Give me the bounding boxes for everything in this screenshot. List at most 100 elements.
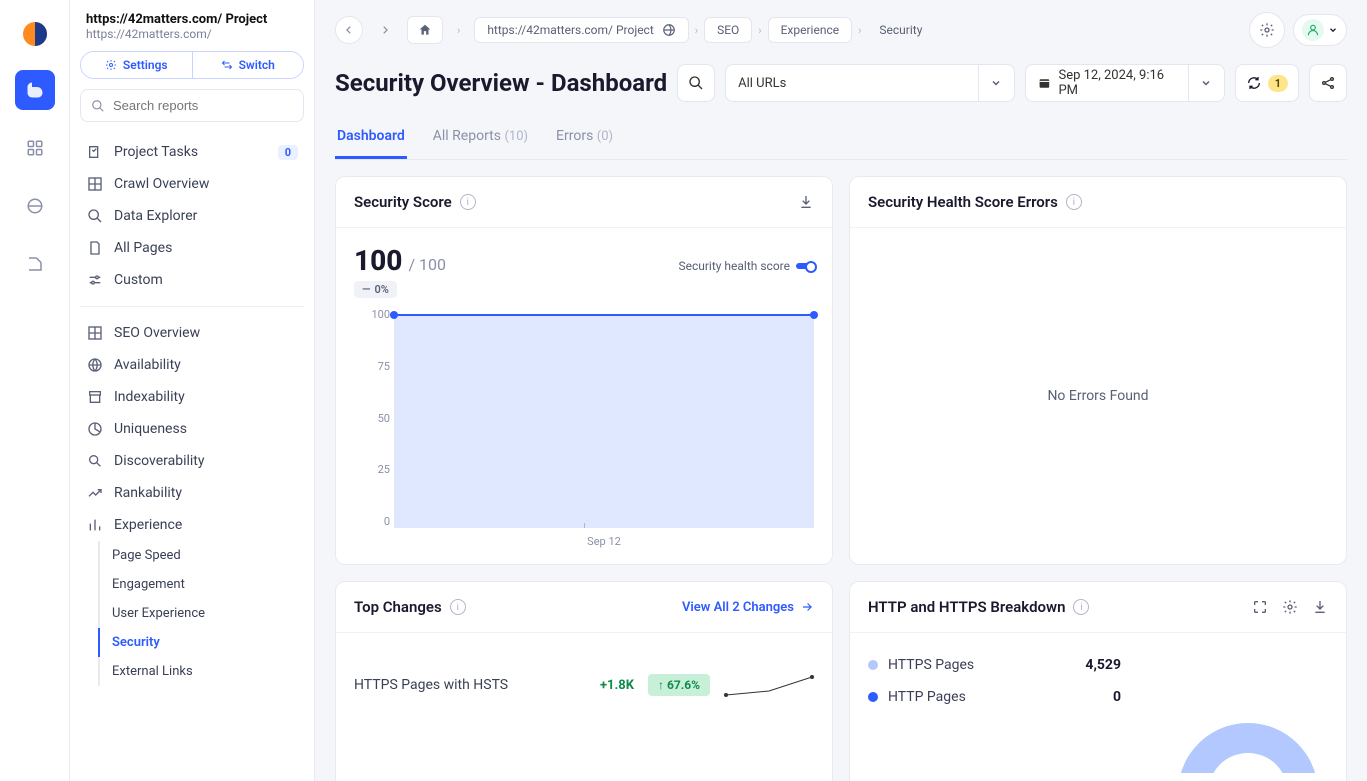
search-input-field[interactable] [113, 98, 293, 113]
tab-label: Dashboard [337, 128, 405, 144]
chevron-down-icon[interactable] [978, 65, 1014, 101]
share-button[interactable] [1309, 64, 1347, 102]
view-all-changes-link[interactable]: View All 2 Changes [682, 600, 814, 615]
nav-experience[interactable]: Experience [80, 509, 304, 541]
date-dropdown[interactable]: Sep 12, 2024, 9:16 PM [1025, 64, 1225, 102]
tab-label: All Reports [433, 128, 501, 144]
gear-icon[interactable] [1282, 599, 1298, 615]
nav-rankability[interactable]: Rankability [80, 477, 304, 509]
topbar-settings-button[interactable] [1249, 12, 1285, 48]
sparkline-icon [724, 673, 814, 697]
security-score-card: Security Score i 100 / 100 Security heal… [335, 176, 833, 565]
info-icon[interactable]: i [450, 599, 466, 615]
crumb-label: https://42matters.com/ Project [487, 23, 653, 37]
bars-icon [86, 517, 104, 533]
crumb-security: Security [867, 18, 934, 42]
card-title: Top Changes [354, 598, 442, 616]
tasks-badge: 0 [278, 145, 298, 160]
breakdown-label: HTTPS Pages [888, 657, 1075, 673]
calendar-icon [1038, 76, 1051, 90]
rail-apps-button[interactable] [15, 128, 55, 168]
info-icon[interactable]: i [460, 194, 476, 210]
score-chart: 100 75 50 25 0 [354, 308, 814, 548]
sub-page-speed[interactable]: Page Speed [98, 541, 304, 570]
chevron-down-icon[interactable] [1188, 65, 1224, 101]
account-menu[interactable] [1293, 14, 1347, 46]
nav-project-tasks[interactable]: Project Tasks 0 [80, 136, 304, 168]
breakdown-value: 4,529 [1085, 657, 1121, 673]
nav-seo-overview[interactable]: SEO Overview [80, 317, 304, 349]
url-filter-dropdown[interactable]: All URLs [725, 64, 1015, 102]
crumb-experience[interactable]: Experience [768, 17, 853, 43]
crumb-separator-icon: › [451, 24, 466, 37]
info-icon[interactable]: i [1066, 194, 1082, 210]
search-icon [91, 99, 105, 113]
tab-all-reports[interactable]: All Reports (10) [431, 116, 530, 159]
sub-user-experience[interactable]: User Experience [98, 599, 304, 628]
crumb-separator-icon: › [689, 24, 704, 37]
home-button[interactable] [407, 16, 443, 44]
tabs: Dashboard All Reports (10) Errors (0) [335, 116, 1347, 160]
search-reports-input[interactable] [80, 89, 304, 122]
settings-label: Settings [123, 58, 168, 72]
sidebar: https://42matters.com/ Project https://4… [70, 0, 315, 781]
crumb-separator-icon: › [852, 24, 867, 37]
nav-all-pages[interactable]: All Pages [80, 232, 304, 264]
y-axis: 100 75 50 25 0 [354, 308, 390, 528]
x-axis-label: Sep 12 [587, 535, 621, 548]
nav-custom[interactable]: Custom [80, 264, 304, 296]
page-title: Security Overview - Dashboard [335, 69, 667, 97]
crumb-seo[interactable]: SEO [704, 17, 752, 43]
download-icon[interactable] [1312, 599, 1328, 615]
tab-dashboard[interactable]: Dashboard [335, 116, 407, 159]
card-title: Security Health Score Errors [868, 193, 1058, 211]
main-area: › https://42matters.com/ Project › SEO ›… [315, 0, 1367, 781]
rail-edit-button[interactable] [15, 244, 55, 284]
crumb-project[interactable]: https://42matters.com/ Project [474, 17, 688, 43]
sliders-icon [86, 272, 104, 288]
nav-back-button[interactable] [335, 16, 363, 44]
globe-icon [662, 23, 676, 37]
change-percent: ↑ 67.6% [648, 674, 710, 696]
info-icon[interactable]: i [1073, 599, 1089, 615]
breakdown-https-row: HTTPS Pages 4,529 [868, 649, 1121, 681]
score-value: 100 [354, 244, 402, 277]
nav-crawl-overview[interactable]: Crawl Overview [80, 168, 304, 200]
nav-label: Project Tasks [114, 144, 198, 160]
nav-discoverability[interactable]: Discoverability [80, 445, 304, 477]
dropdown-value: Sep 12, 2024, 9:16 PM [1058, 68, 1175, 98]
nav-label: All Pages [114, 240, 172, 256]
sub-security[interactable]: Security [98, 628, 304, 657]
nav-data-explorer[interactable]: Data Explorer [80, 200, 304, 232]
change-row[interactable]: HTTPS Pages with HSTS +1.8K ↑ 67.6% [354, 673, 814, 697]
nav-label: Custom [114, 272, 163, 288]
rail-projects-button[interactable] [15, 70, 55, 110]
no-errors-message: No Errors Found [850, 228, 1346, 564]
settings-button[interactable]: Settings [81, 52, 193, 78]
title-search-button[interactable] [677, 64, 715, 102]
nav-indexability[interactable]: Indexability [80, 381, 304, 413]
expand-icon[interactable] [1252, 599, 1268, 615]
sub-engagement[interactable]: Engagement [98, 570, 304, 599]
nav-label: Uniqueness [114, 421, 187, 437]
tab-errors[interactable]: Errors (0) [554, 116, 615, 159]
top-changes-card: Top Changes i View All 2 Changes HTTPS P… [335, 581, 833, 781]
rail-globe-button[interactable] [15, 186, 55, 226]
nav-label: Experience [114, 517, 182, 533]
nav-uniqueness[interactable]: Uniqueness [80, 413, 304, 445]
refresh-button[interactable]: 1 [1235, 64, 1299, 102]
grid-icon [86, 325, 104, 341]
nav-forward-button[interactable] [371, 16, 399, 44]
sub-external-links[interactable]: External Links [98, 657, 304, 686]
nav-availability[interactable]: Availability [80, 349, 304, 381]
legend-label: Security health score [678, 259, 790, 273]
dropdown-value: All URLs [738, 76, 786, 91]
grid-icon [86, 176, 104, 192]
trend-icon [86, 485, 104, 501]
breakdown-value: 0 [1113, 689, 1121, 705]
nav-label: SEO Overview [114, 325, 200, 341]
switch-button[interactable]: Switch [193, 52, 304, 78]
topbar: › https://42matters.com/ Project › SEO ›… [315, 0, 1367, 60]
dot-icon [868, 692, 878, 702]
download-icon[interactable] [798, 194, 814, 210]
